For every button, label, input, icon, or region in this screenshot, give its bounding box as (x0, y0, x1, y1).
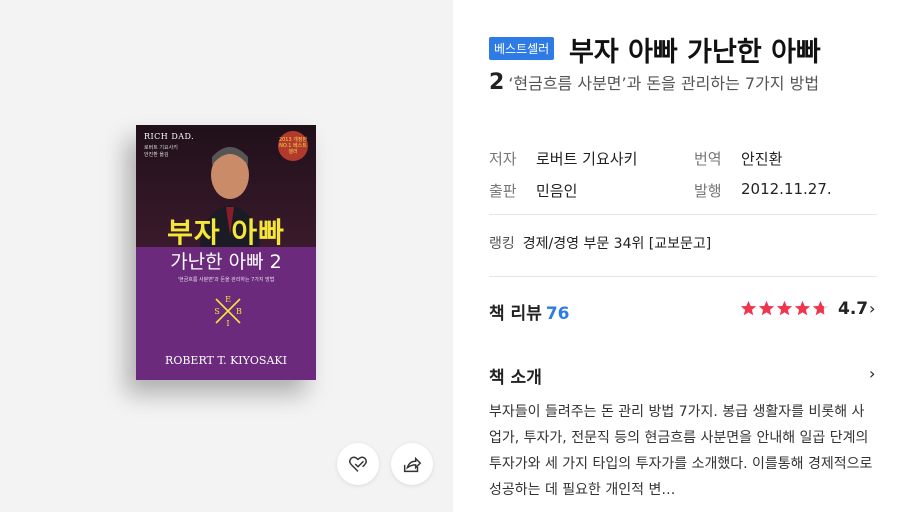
divider (489, 276, 877, 277)
intro-text: 부자들이 들려주는 돈 관리 방법 7가지. 봉급 생활자를 비롯해 사업가, … (489, 404, 873, 498)
author-label: 저자 (489, 150, 517, 168)
chevron-right-icon[interactable]: › (869, 299, 875, 318)
intro-section-title[interactable]: 책 소개 (489, 363, 542, 388)
diamond-letter-i: I (226, 319, 229, 328)
cover-tagline: '현금흐름 사분면'과 돈을 관리하는 7가지 방법 (177, 277, 275, 283)
volume-number: 2 (489, 70, 505, 95)
translator-value[interactable]: 안진환 (741, 148, 782, 169)
star-half-icon (812, 300, 829, 316)
cover-seal: 2013 개정판 NO.1 베스트셀러 (278, 131, 308, 161)
book-cover-image[interactable]: RICH DAD. 로버트 기요사키 안진환 옮김 2013 개정판 NO.1 … (136, 125, 316, 380)
share-button[interactable] (391, 443, 433, 485)
ranking-value: 경제/경영 부문 34위 [교보문고] (522, 236, 712, 252)
publisher-label: 출판 (489, 182, 517, 200)
star-icon (776, 300, 793, 316)
chevron-right-icon[interactable]: › (869, 364, 875, 383)
book-title: 부자 아빠 가난한 아빠 (569, 37, 821, 68)
review-count: 76 (545, 304, 570, 324)
bestseller-badge: 베스트셀러 (489, 37, 555, 60)
cover-title-sub: 가난한 아빠 2 (170, 251, 282, 273)
date-label: 발행 (694, 182, 722, 200)
heart-check-icon (349, 456, 367, 472)
star-icon (794, 300, 811, 316)
book-subtitle: 2 ‘현금흐름 사분면’과 돈을 관리하는 7가지 방법 (489, 70, 820, 95)
cover-title-main: 부자 아빠 (167, 216, 285, 249)
like-button[interactable] (337, 443, 379, 485)
divider (489, 214, 877, 215)
rating-score: 4.7 (838, 299, 869, 319)
translator-label: 번역 (694, 150, 722, 168)
diamond-letter-b: B (236, 307, 242, 316)
ranking: 랭킹 경제/경영 부문 34위 [교보문고] (489, 233, 711, 253)
quadrant-diamond: E B S I (214, 295, 242, 328)
ranking-label: 랭킹 (489, 236, 515, 252)
share-icon (403, 456, 422, 473)
rating-stars (740, 300, 829, 317)
diamond-letter-e: E (225, 295, 231, 304)
publisher-value[interactable]: 민음인 (536, 180, 577, 201)
date-value: 2012.11.27. (741, 180, 832, 198)
cover-author: ROBERT T. KIYOSAKI (165, 354, 287, 367)
star-icon (740, 300, 757, 316)
cover-brand: RICH DAD. (144, 132, 195, 141)
review-section-title[interactable]: 책 리뷰 76 (489, 299, 570, 324)
cover-author-small: 로버트 기요사키 안진환 옮김 (144, 145, 178, 158)
author-value[interactable]: 로버트 기요사키 (536, 148, 637, 169)
diamond-letter-s: S (214, 307, 219, 316)
cover-panel: RICH DAD. 로버트 기요사키 안진환 옮김 2013 개정판 NO.1 … (0, 0, 453, 512)
star-icon (758, 300, 775, 316)
